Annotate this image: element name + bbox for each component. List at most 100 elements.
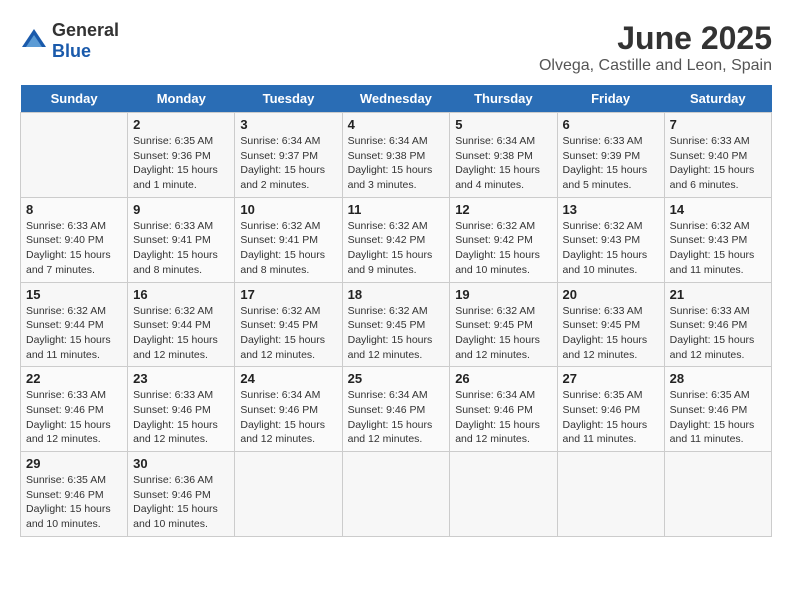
day-info: Sunrise: 6:35 AMSunset: 9:46 PMDaylight:…	[670, 388, 766, 447]
day-number: 15	[26, 287, 122, 302]
day-number: 10	[240, 202, 336, 217]
calendar-cell: 21 Sunrise: 6:33 AMSunset: 9:46 PMDaylig…	[664, 282, 771, 367]
day-info: Sunrise: 6:34 AMSunset: 9:46 PMDaylight:…	[455, 388, 551, 447]
day-info: Sunrise: 6:32 AMSunset: 9:42 PMDaylight:…	[455, 219, 551, 278]
calendar-cell: 23 Sunrise: 6:33 AMSunset: 9:46 PMDaylig…	[128, 367, 235, 452]
day-number: 8	[26, 202, 122, 217]
day-info: Sunrise: 6:32 AMSunset: 9:42 PMDaylight:…	[348, 219, 445, 278]
day-number: 20	[563, 287, 659, 302]
day-number: 16	[133, 287, 229, 302]
calendar-cell	[21, 113, 128, 198]
day-number: 25	[348, 371, 445, 386]
day-info: Sunrise: 6:33 AMSunset: 9:39 PMDaylight:…	[563, 134, 659, 193]
calendar-cell	[450, 452, 557, 537]
calendar-cell: 30 Sunrise: 6:36 AMSunset: 9:46 PMDaylig…	[128, 452, 235, 537]
subtitle: Olvega, Castille and Leon, Spain	[539, 57, 772, 75]
day-info: Sunrise: 6:32 AMSunset: 9:43 PMDaylight:…	[670, 219, 766, 278]
calendar-cell: 10 Sunrise: 6:32 AMSunset: 9:41 PMDaylig…	[235, 197, 342, 282]
day-number: 7	[670, 117, 766, 132]
calendar-cell: 17 Sunrise: 6:32 AMSunset: 9:45 PMDaylig…	[235, 282, 342, 367]
logo-general-text: General	[52, 20, 119, 40]
header-wednesday: Wednesday	[342, 85, 450, 113]
calendar-cell: 2 Sunrise: 6:35 AMSunset: 9:36 PMDayligh…	[128, 113, 235, 198]
day-number: 14	[670, 202, 766, 217]
day-number: 27	[563, 371, 659, 386]
day-info: Sunrise: 6:32 AMSunset: 9:45 PMDaylight:…	[348, 304, 445, 363]
calendar-cell: 9 Sunrise: 6:33 AMSunset: 9:41 PMDayligh…	[128, 197, 235, 282]
calendar-cell: 22 Sunrise: 6:33 AMSunset: 9:46 PMDaylig…	[21, 367, 128, 452]
day-info: Sunrise: 6:35 AMSunset: 9:36 PMDaylight:…	[133, 134, 229, 193]
main-title: June 2025	[539, 20, 772, 57]
calendar-cell: 14 Sunrise: 6:32 AMSunset: 9:43 PMDaylig…	[664, 197, 771, 282]
calendar-cell: 11 Sunrise: 6:32 AMSunset: 9:42 PMDaylig…	[342, 197, 450, 282]
calendar-cell	[342, 452, 450, 537]
calendar-cell: 12 Sunrise: 6:32 AMSunset: 9:42 PMDaylig…	[450, 197, 557, 282]
day-number: 3	[240, 117, 336, 132]
day-number: 23	[133, 371, 229, 386]
day-info: Sunrise: 6:34 AMSunset: 9:46 PMDaylight:…	[240, 388, 336, 447]
day-info: Sunrise: 6:34 AMSunset: 9:37 PMDaylight:…	[240, 134, 336, 193]
day-info: Sunrise: 6:32 AMSunset: 9:45 PMDaylight:…	[240, 304, 336, 363]
day-info: Sunrise: 6:32 AMSunset: 9:44 PMDaylight:…	[133, 304, 229, 363]
day-number: 22	[26, 371, 122, 386]
header: General Blue June 2025 Olvega, Castille …	[20, 20, 772, 75]
calendar-cell: 27 Sunrise: 6:35 AMSunset: 9:46 PMDaylig…	[557, 367, 664, 452]
day-info: Sunrise: 6:35 AMSunset: 9:46 PMDaylight:…	[563, 388, 659, 447]
title-area: June 2025 Olvega, Castille and Leon, Spa…	[539, 20, 772, 75]
calendar-cell: 28 Sunrise: 6:35 AMSunset: 9:46 PMDaylig…	[664, 367, 771, 452]
calendar-cell: 24 Sunrise: 6:34 AMSunset: 9:46 PMDaylig…	[235, 367, 342, 452]
day-info: Sunrise: 6:35 AMSunset: 9:46 PMDaylight:…	[26, 473, 122, 532]
day-number: 18	[348, 287, 445, 302]
day-info: Sunrise: 6:34 AMSunset: 9:38 PMDaylight:…	[455, 134, 551, 193]
day-info: Sunrise: 6:33 AMSunset: 9:40 PMDaylight:…	[670, 134, 766, 193]
header-sunday: Sunday	[21, 85, 128, 113]
calendar-cell: 7 Sunrise: 6:33 AMSunset: 9:40 PMDayligh…	[664, 113, 771, 198]
calendar-cell: 20 Sunrise: 6:33 AMSunset: 9:45 PMDaylig…	[557, 282, 664, 367]
calendar-table: Sunday Monday Tuesday Wednesday Thursday…	[20, 85, 772, 537]
day-number: 11	[348, 202, 445, 217]
day-number: 19	[455, 287, 551, 302]
calendar-cell: 26 Sunrise: 6:34 AMSunset: 9:46 PMDaylig…	[450, 367, 557, 452]
header-friday: Friday	[557, 85, 664, 113]
calendar-cell: 18 Sunrise: 6:32 AMSunset: 9:45 PMDaylig…	[342, 282, 450, 367]
header-monday: Monday	[128, 85, 235, 113]
day-number: 28	[670, 371, 766, 386]
day-number: 24	[240, 371, 336, 386]
calendar-cell	[235, 452, 342, 537]
calendar-cell	[557, 452, 664, 537]
calendar-cell: 8 Sunrise: 6:33 AMSunset: 9:40 PMDayligh…	[21, 197, 128, 282]
calendar-cell: 25 Sunrise: 6:34 AMSunset: 9:46 PMDaylig…	[342, 367, 450, 452]
header-tuesday: Tuesday	[235, 85, 342, 113]
day-number: 12	[455, 202, 551, 217]
day-info: Sunrise: 6:33 AMSunset: 9:46 PMDaylight:…	[670, 304, 766, 363]
day-number: 30	[133, 456, 229, 471]
header-saturday: Saturday	[664, 85, 771, 113]
day-number: 17	[240, 287, 336, 302]
day-info: Sunrise: 6:32 AMSunset: 9:43 PMDaylight:…	[563, 219, 659, 278]
logo-icon	[20, 27, 48, 55]
calendar-cell	[664, 452, 771, 537]
day-number: 21	[670, 287, 766, 302]
calendar-cell: 29 Sunrise: 6:35 AMSunset: 9:46 PMDaylig…	[21, 452, 128, 537]
day-info: Sunrise: 6:34 AMSunset: 9:38 PMDaylight:…	[348, 134, 445, 193]
day-info: Sunrise: 6:32 AMSunset: 9:44 PMDaylight:…	[26, 304, 122, 363]
day-info: Sunrise: 6:34 AMSunset: 9:46 PMDaylight:…	[348, 388, 445, 447]
day-info: Sunrise: 6:36 AMSunset: 9:46 PMDaylight:…	[133, 473, 229, 532]
calendar-cell: 6 Sunrise: 6:33 AMSunset: 9:39 PMDayligh…	[557, 113, 664, 198]
day-number: 5	[455, 117, 551, 132]
day-info: Sunrise: 6:33 AMSunset: 9:46 PMDaylight:…	[26, 388, 122, 447]
day-number: 13	[563, 202, 659, 217]
header-thursday: Thursday	[450, 85, 557, 113]
logo-blue-text: Blue	[52, 41, 91, 61]
day-info: Sunrise: 6:33 AMSunset: 9:46 PMDaylight:…	[133, 388, 229, 447]
calendar-cell: 16 Sunrise: 6:32 AMSunset: 9:44 PMDaylig…	[128, 282, 235, 367]
day-info: Sunrise: 6:33 AMSunset: 9:40 PMDaylight:…	[26, 219, 122, 278]
calendar-cell: 19 Sunrise: 6:32 AMSunset: 9:45 PMDaylig…	[450, 282, 557, 367]
day-number: 2	[133, 117, 229, 132]
day-number: 9	[133, 202, 229, 217]
day-info: Sunrise: 6:33 AMSunset: 9:41 PMDaylight:…	[133, 219, 229, 278]
logo: General Blue	[20, 20, 119, 62]
day-number: 4	[348, 117, 445, 132]
calendar-cell: 13 Sunrise: 6:32 AMSunset: 9:43 PMDaylig…	[557, 197, 664, 282]
calendar-cell: 3 Sunrise: 6:34 AMSunset: 9:37 PMDayligh…	[235, 113, 342, 198]
